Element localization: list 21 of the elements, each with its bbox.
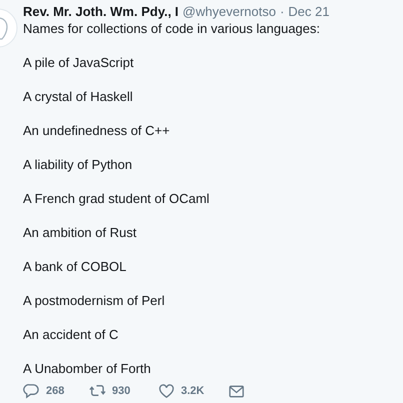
action-count: 268 xyxy=(46,384,64,400)
tweet-text-line: A pile of JavaScript xyxy=(23,54,135,71)
tweet-text-line: A bank of COBOL xyxy=(23,258,128,275)
tweet-text-line: A Unabomber of Forth xyxy=(23,360,152,377)
separator: · xyxy=(280,4,284,20)
tweet-text-line: A postmodernism of Perl xyxy=(23,292,166,309)
tweet-text-line: An undefinedness of C++ xyxy=(23,122,171,139)
tweet-text-line: A French grad student of OCaml xyxy=(23,190,210,207)
action-count: 930 xyxy=(112,384,130,400)
tweet-text-line: An ambition of Rust xyxy=(23,224,138,241)
tweet-text: Names for collections of code in various languages: xyxy=(23,20,321,37)
tweet-text-line: A liability of Python xyxy=(23,156,134,173)
reply-icon[interactable] xyxy=(23,383,40,400)
author-name[interactable]: Rev. Mr. Joth. Wm. Pdy., I xyxy=(23,4,179,20)
heart-icon[interactable] xyxy=(158,383,175,400)
tweet-date[interactable]: Dec 21 xyxy=(288,4,330,20)
action-count: 3.2K xyxy=(181,384,204,400)
envelope-icon[interactable] xyxy=(228,383,245,400)
author-handle[interactable]: @whyevernotso xyxy=(182,4,276,20)
tweet-text-line: A crystal of Haskell xyxy=(23,88,134,105)
tweet-text-line: An accident of C xyxy=(23,326,120,343)
